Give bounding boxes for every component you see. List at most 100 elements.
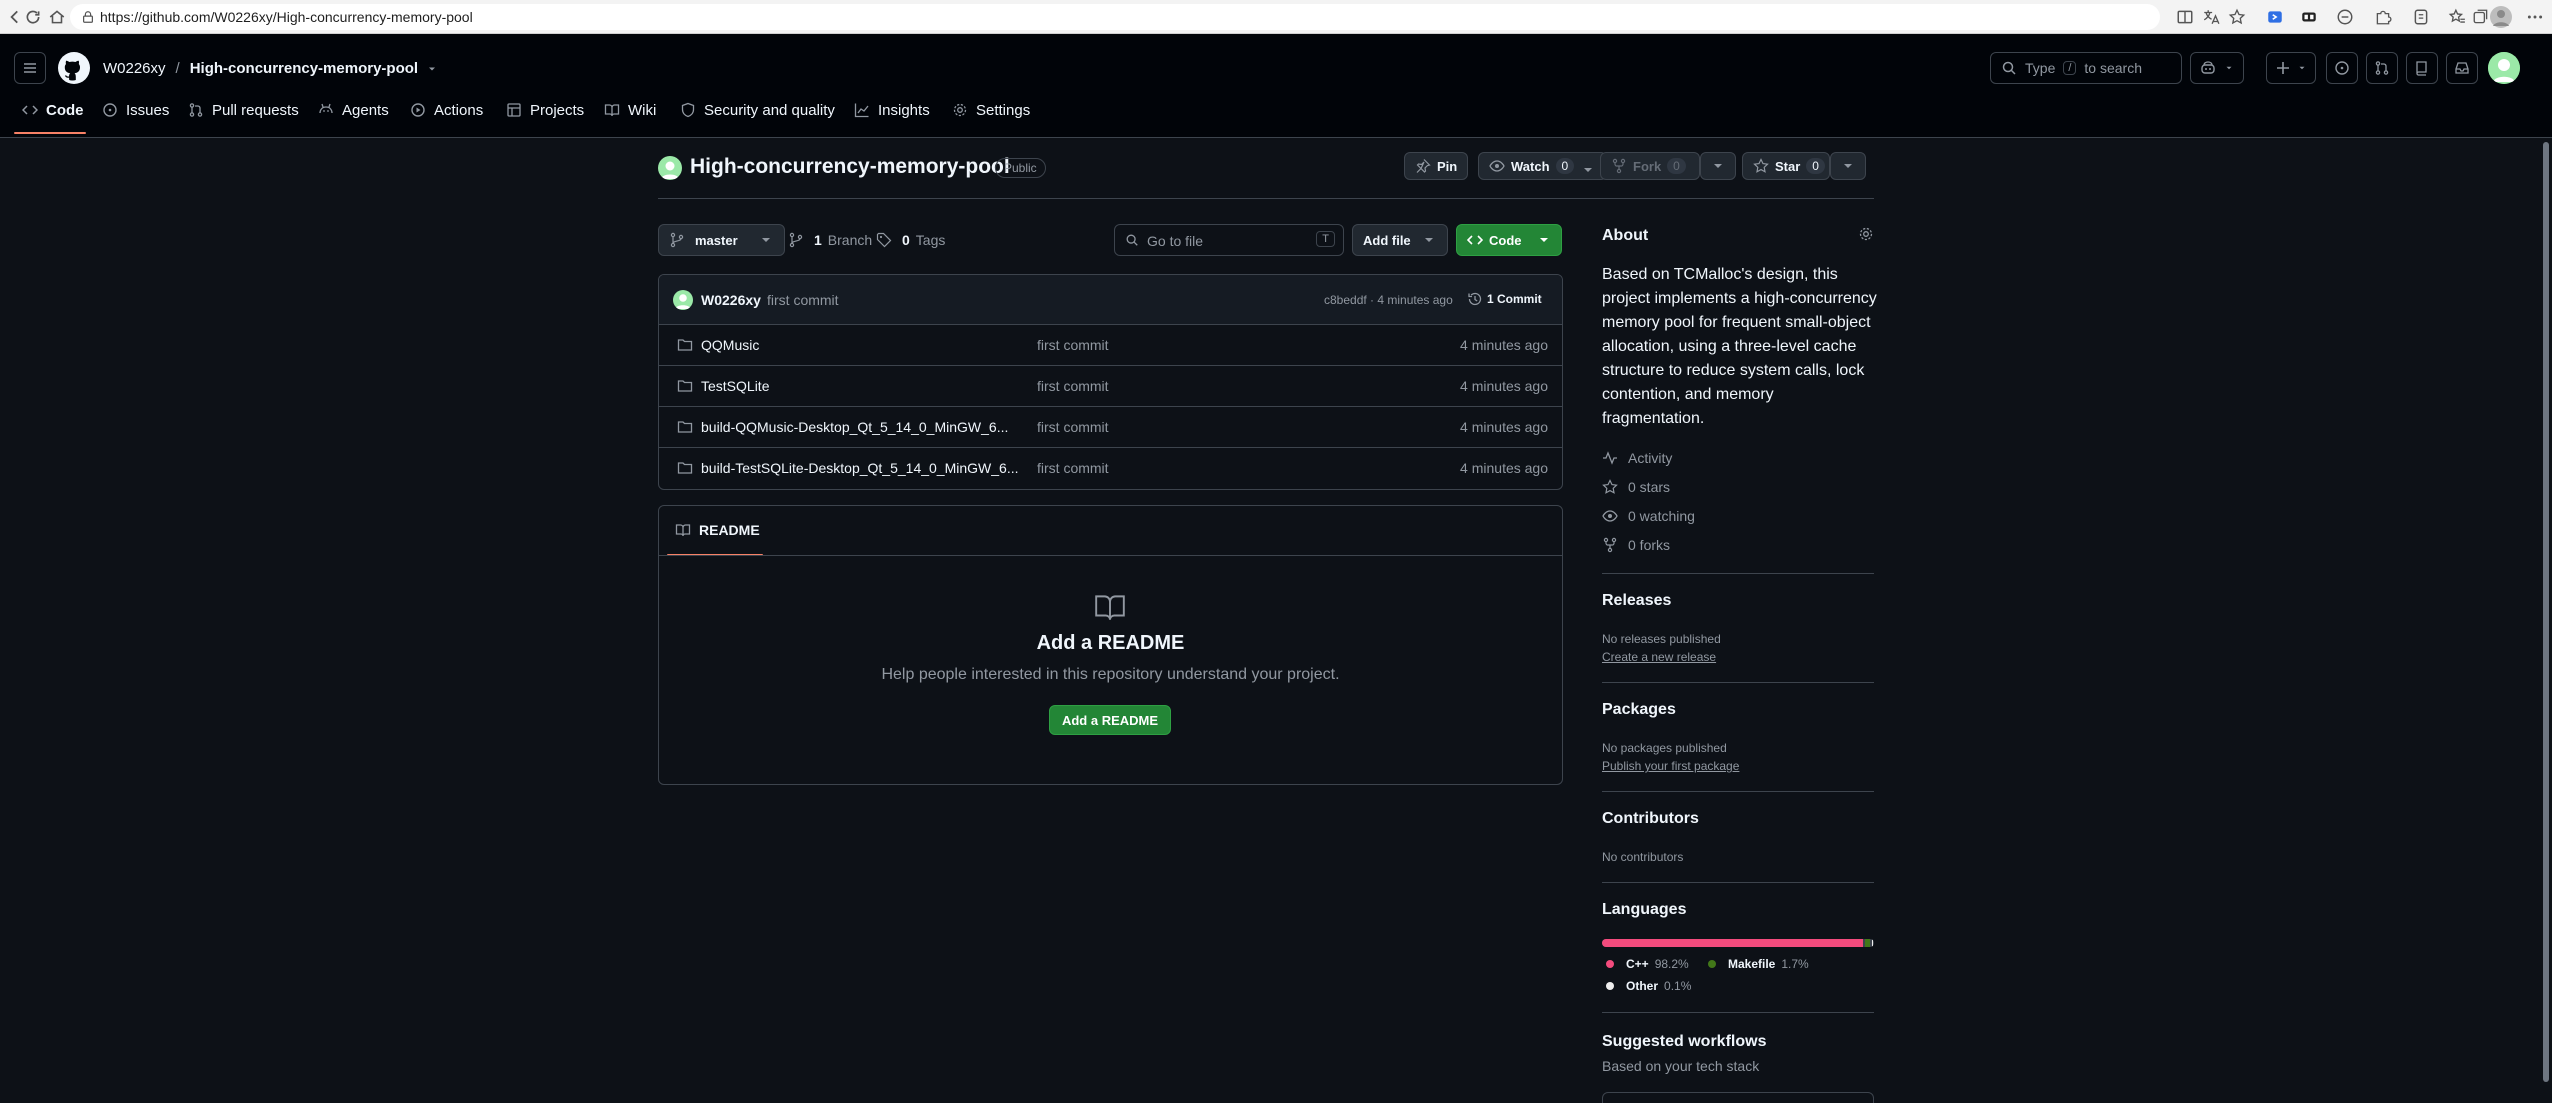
owner-avatar[interactable]	[658, 156, 682, 180]
stars-link[interactable]: 0 stars	[1602, 479, 1670, 495]
language-name: Makefile	[1728, 957, 1776, 971]
watch-button[interactable]: Watch 0	[1478, 152, 1608, 180]
contributors-heading[interactable]: Contributors	[1602, 810, 1699, 828]
extension-icon[interactable]	[2300, 8, 2318, 26]
watching-link[interactable]: 0 watching	[1602, 508, 1695, 524]
favorites-icon[interactable]	[2448, 8, 2466, 26]
add-file-button[interactable]: Add file	[1352, 224, 1448, 256]
copilot-button[interactable]	[2190, 52, 2244, 84]
contributors-empty: No contributors	[1602, 850, 1684, 864]
star-button[interactable]: Star 0	[1742, 152, 1830, 180]
code-button[interactable]: Code	[1456, 224, 1562, 256]
chevron-down-icon[interactable]	[426, 63, 438, 75]
packages-heading[interactable]: Packages	[1602, 701, 1676, 719]
browser-sync-icon[interactable]	[2412, 8, 2430, 26]
graph-icon	[854, 102, 870, 118]
tag-icon	[876, 232, 892, 248]
file-commit-message[interactable]: first commit	[1037, 460, 1109, 476]
divider	[659, 555, 1562, 556]
collections-icon[interactable]	[2472, 8, 2490, 26]
user-avatar[interactable]	[2488, 52, 2520, 84]
fork-dropdown-button[interactable]	[1700, 152, 1736, 180]
tab-projects[interactable]: Projects	[506, 92, 584, 128]
owner-link[interactable]: W0226xy	[103, 60, 166, 77]
tab-issues[interactable]: Issues	[102, 92, 169, 128]
commit-author[interactable]: W0226xy	[701, 292, 761, 308]
menu-button[interactable]	[14, 52, 46, 84]
tab-agents[interactable]: Agents	[318, 92, 389, 128]
commit-hash-time[interactable]: c8beddf · 4 minutes ago	[1324, 293, 1453, 307]
back-icon[interactable]	[6, 8, 24, 26]
scrollbar-track[interactable]	[2540, 138, 2552, 1103]
commit-author-avatar[interactable]	[673, 290, 693, 310]
extension-icon[interactable]	[2336, 8, 2354, 26]
file-name[interactable]: build-QQMusic-Desktop_Qt_5_14_0_MinGW_6.…	[701, 419, 1008, 435]
table-row[interactable]: QQMusic first commit 4 minutes ago	[659, 325, 1562, 366]
notifications-button[interactable]	[2446, 52, 2478, 84]
releases-heading[interactable]: Releases	[1602, 592, 1671, 610]
profile-avatar[interactable]	[2490, 6, 2512, 28]
file-name[interactable]: QQMusic	[701, 337, 759, 353]
github-logo-icon[interactable]	[58, 52, 90, 84]
file-name[interactable]: build-TestSQLite-Desktop_Qt_5_14_0_MinGW…	[701, 460, 1019, 476]
repo-title[interactable]: High-concurrency-memory-pool	[690, 155, 1010, 179]
table-row[interactable]: TestSQLite first commit 4 minutes ago	[659, 366, 1562, 407]
branches-link[interactable]: 1 Branch	[788, 232, 872, 248]
code-icon	[1467, 232, 1483, 248]
file-name[interactable]: TestSQLite	[701, 378, 769, 394]
pin-button[interactable]: Pin	[1404, 152, 1469, 180]
table-row[interactable]: build-QQMusic-Desktop_Qt_5_14_0_MinGW_6.…	[659, 407, 1562, 448]
home-icon[interactable]	[48, 8, 66, 26]
address-bar[interactable]: https://github.com/W0226xy/High-concurre…	[70, 4, 2160, 30]
add-readme-label: Add a README	[1061, 712, 1159, 728]
split-screen-icon[interactable]	[2176, 8, 2194, 26]
gear-icon[interactable]	[1858, 226, 1874, 242]
fork-button[interactable]: Fork 0	[1600, 152, 1700, 180]
extension-icon[interactable]	[2266, 8, 2284, 26]
workflow-card[interactable]	[1602, 1092, 1874, 1103]
issue-icon	[102, 102, 118, 118]
issue-icon	[2334, 60, 2350, 76]
reload-icon[interactable]	[24, 8, 42, 26]
go-to-file-input[interactable]: Go to file T	[1114, 224, 1344, 256]
commits-link[interactable]: 1 Commit	[1467, 291, 1542, 307]
activity-link[interactable]: Activity	[1602, 450, 1672, 466]
tab-security[interactable]: Security and quality	[680, 92, 835, 128]
chevron-down-icon	[2297, 63, 2307, 73]
site-info-icon[interactable]	[81, 10, 95, 24]
more-menu-icon[interactable]	[2526, 8, 2544, 26]
language-item-cpp[interactable]: C++ 98.2%	[1606, 957, 1689, 971]
issues-button[interactable]	[2326, 52, 2358, 84]
repositories-button[interactable]	[2406, 52, 2438, 84]
branch-selector[interactable]: master	[658, 224, 785, 256]
commit-message[interactable]: first commit	[767, 292, 839, 308]
language-item-makefile[interactable]: Makefile 1.7%	[1708, 957, 1809, 971]
chevron-down-icon	[758, 232, 774, 248]
tab-wiki[interactable]: Wiki	[604, 92, 656, 128]
pull-requests-button[interactable]	[2366, 52, 2398, 84]
create-new-button[interactable]	[2266, 52, 2316, 84]
extensions-puzzle-icon[interactable]	[2374, 8, 2392, 26]
scrollbar-thumb[interactable]	[2543, 142, 2549, 1082]
forks-link[interactable]: 0 forks	[1602, 537, 1670, 553]
tags-link[interactable]: 0 Tags	[876, 232, 945, 248]
star-dropdown-button[interactable]	[1830, 152, 1866, 180]
file-commit-message[interactable]: first commit	[1037, 337, 1109, 353]
tab-actions[interactable]: Actions	[410, 92, 483, 128]
table-row[interactable]: build-TestSQLite-Desktop_Qt_5_14_0_MinGW…	[659, 448, 1562, 489]
pull-request-icon	[188, 102, 204, 118]
translate-icon[interactable]	[2202, 8, 2220, 26]
file-commit-message[interactable]: first commit	[1037, 419, 1109, 435]
tab-code[interactable]: Code	[22, 92, 84, 128]
search-input[interactable]: Type / to search	[1990, 52, 2182, 84]
create-release-link[interactable]: Create a new release	[1602, 650, 1716, 664]
publish-package-link[interactable]: Publish your first package	[1602, 759, 1739, 773]
tab-pull-requests[interactable]: Pull requests	[188, 92, 299, 128]
tab-readme[interactable]: README	[675, 522, 760, 538]
file-commit-message[interactable]: first commit	[1037, 378, 1109, 394]
tab-insights[interactable]: Insights	[854, 92, 930, 128]
favorite-star-icon[interactable]	[2228, 8, 2246, 26]
repo-link[interactable]: High-concurrency-memory-pool	[190, 60, 418, 77]
tab-settings[interactable]: Settings	[952, 92, 1030, 128]
add-readme-button[interactable]: Add a README	[1049, 705, 1171, 735]
